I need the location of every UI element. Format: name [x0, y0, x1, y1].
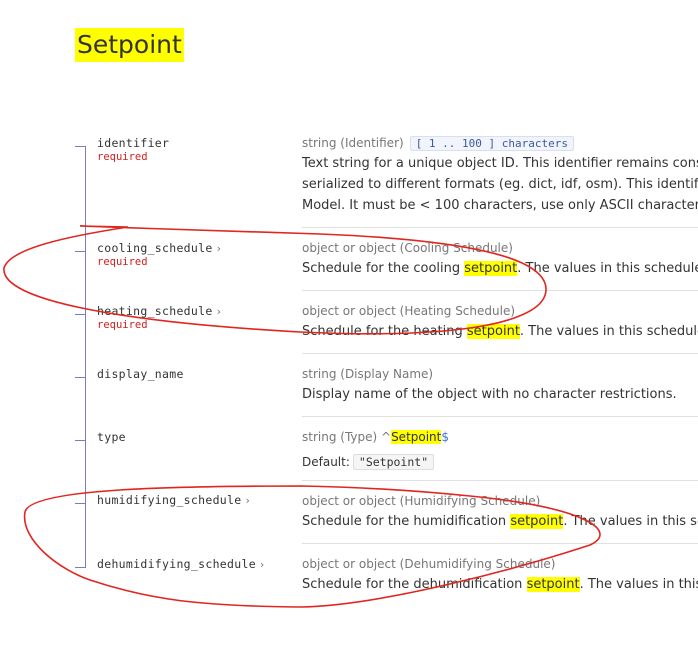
property-name-button[interactable]: cooling_schedule ›: [97, 241, 221, 255]
desc-text: . The values in this sc: [579, 577, 698, 592]
tree-line: [85, 146, 86, 568]
required-label: required: [97, 319, 148, 331]
desc-line: serialized to different formats (eg. dic…: [302, 177, 698, 192]
search-highlight: setpoint: [464, 261, 518, 276]
property-name-button[interactable]: humidifying_schedule ›: [97, 493, 250, 507]
search-highlight: setpoint: [466, 324, 520, 339]
tree-tick: [75, 567, 85, 568]
property-name-button[interactable]: dehumidifying_schedule ›: [97, 557, 265, 571]
row-divider: [302, 480, 698, 481]
property-description: Schedule for the humidification setpoint…: [302, 511, 698, 532]
desc-text: Schedule for the humidification: [302, 514, 511, 529]
property-name-button[interactable]: heating_schedule ›: [97, 304, 221, 318]
search-highlight: setpoint: [526, 577, 580, 592]
property-description: Display name of the object with no chara…: [302, 387, 677, 402]
desc-text: Schedule for the cooling: [302, 261, 465, 276]
property-name[interactable]: type: [97, 430, 126, 444]
property-name: cooling_schedule: [97, 241, 213, 255]
property-type: object or object (Cooling Schedule): [302, 241, 513, 255]
constraint-badge: [ 1 .. 100 ] characters: [409, 136, 575, 151]
search-highlight: Setpoint: [391, 430, 442, 444]
type-text: string (Identifier): [302, 136, 404, 150]
tree-tick: [75, 146, 85, 147]
default-label: Default:: [302, 455, 350, 469]
property-description: Text string for a unique object ID. This…: [302, 153, 698, 216]
property-name[interactable]: display_name: [97, 367, 184, 381]
pattern-prefix: ^: [377, 430, 392, 444]
row-divider: [302, 543, 698, 544]
desc-text: . The values in this schedule sh: [519, 324, 698, 339]
row-divider: [302, 353, 698, 354]
tree-tick: [75, 440, 85, 441]
chevron-right-icon: ›: [245, 494, 251, 507]
desc-text: Schedule for the heating: [302, 324, 467, 339]
chevron-right-icon: ›: [259, 558, 265, 571]
row-divider: [302, 290, 698, 291]
type-text: string (Type): [302, 430, 378, 444]
desc-line: Text string for a unique object ID. This…: [302, 156, 698, 171]
tree-tick: [75, 503, 85, 504]
default-value-row: Default: "Setpoint": [302, 451, 435, 470]
chevron-right-icon: ›: [216, 305, 222, 318]
default-value: "Setpoint": [352, 454, 435, 470]
tree-tick: [75, 377, 85, 378]
property-name[interactable]: identifier: [97, 136, 169, 150]
required-label: required: [97, 256, 148, 268]
property-name: dehumidifying_schedule: [97, 557, 256, 571]
chevron-right-icon: ›: [216, 242, 222, 255]
page-title: Setpoint: [75, 28, 184, 62]
property-type: object or object (Humidifying Schedule): [302, 494, 541, 508]
property-type: string (Display Name): [302, 367, 434, 381]
required-label: required: [97, 151, 148, 163]
property-name: heating_schedule: [97, 304, 213, 318]
pattern-suffix: $: [441, 430, 450, 444]
desc-text: . The values in this schedule sh: [517, 261, 698, 276]
property-description: Schedule for the cooling setpoint. The v…: [302, 258, 698, 279]
property-type: object or object (Dehumidifying Schedule…: [302, 557, 556, 571]
row-divider: [302, 416, 698, 417]
desc-text: Schedule for the dehumidification: [302, 577, 527, 592]
property-description: Schedule for the dehumidification setpoi…: [302, 574, 698, 595]
property-type: object or object (Heating Schedule): [302, 304, 516, 318]
desc-text: . The values in this sche: [563, 514, 698, 529]
tree-tick: [75, 314, 85, 315]
row-divider: [302, 227, 698, 228]
desc-line: Model. It must be < 100 characters, use …: [302, 198, 698, 213]
property-description: Schedule for the heating setpoint. The v…: [302, 321, 698, 342]
default-value-text: "Setpoint": [358, 455, 429, 469]
search-highlight: setpoint: [510, 514, 564, 529]
property-name: humidifying_schedule: [97, 493, 242, 507]
tree-tick: [75, 251, 85, 252]
property-type: string (Type) ^Setpoint$: [302, 430, 449, 444]
property-type: string (Identifier) [ 1 .. 100 ] characte…: [302, 136, 575, 151]
